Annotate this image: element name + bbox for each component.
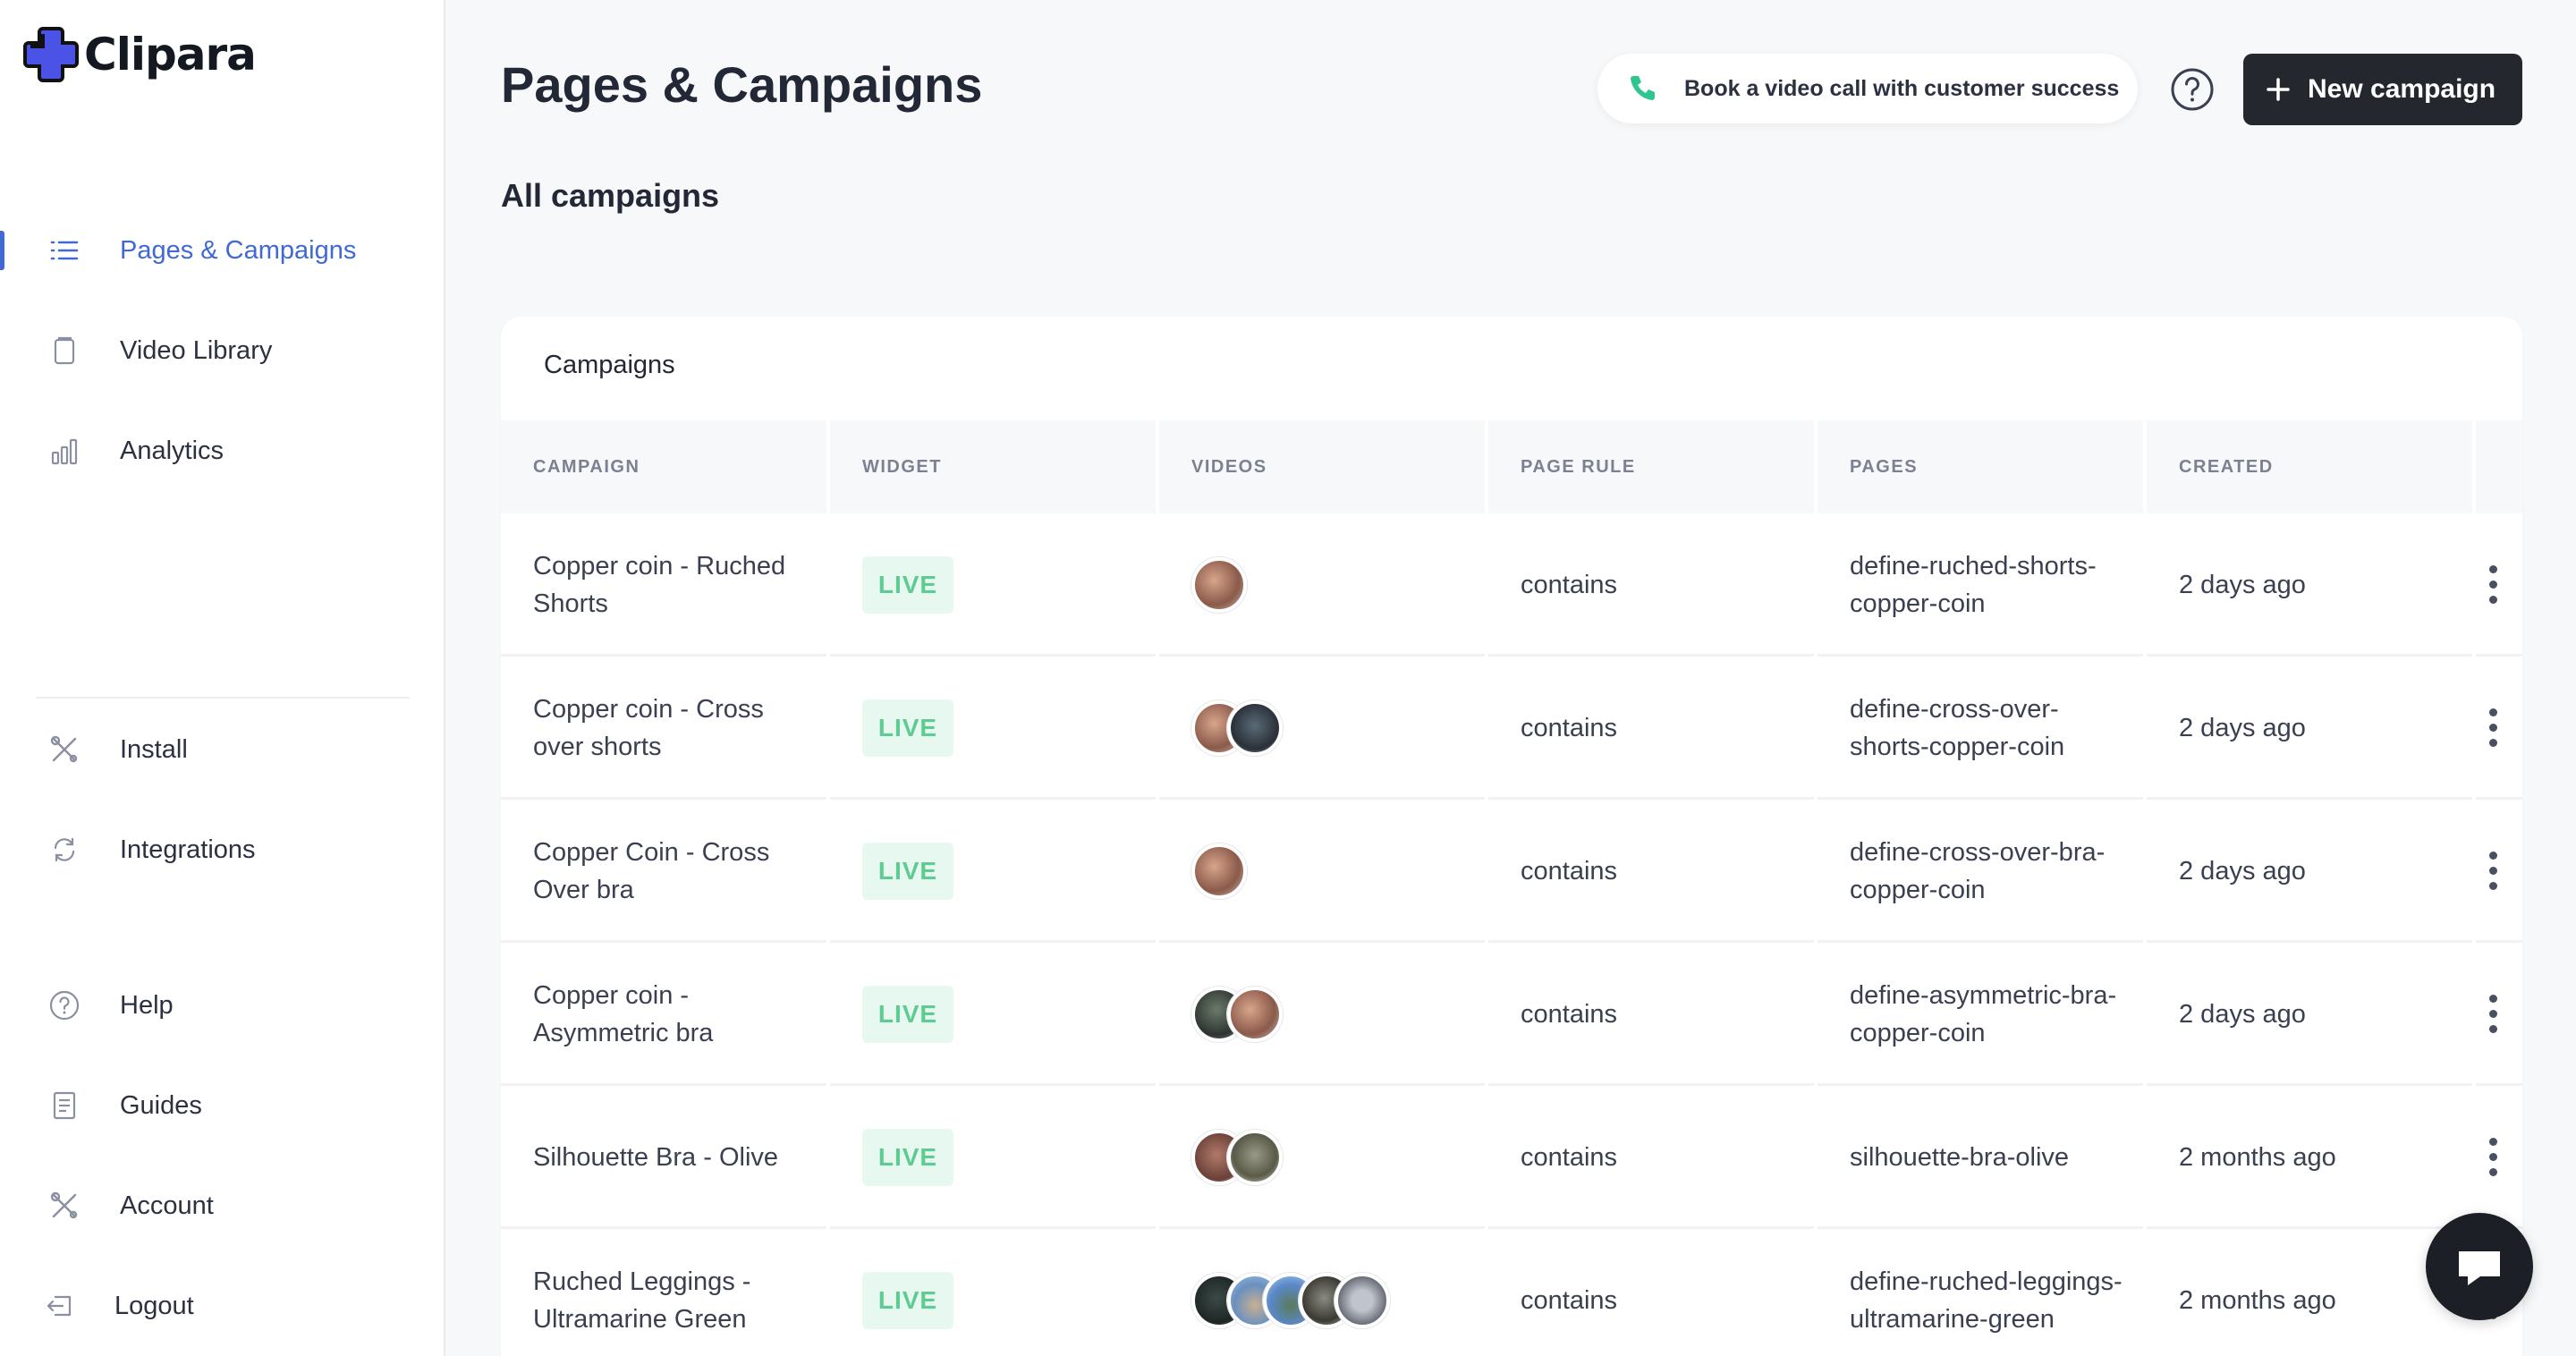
card-title: Campaigns [544,351,675,379]
campaign-name[interactable]: Copper Coin - Cross Over bra [533,834,819,909]
status-badge: LIVE [862,986,953,1043]
sidebar-item-label: Install [120,734,188,764]
logout-icon [41,1288,77,1324]
status-badge: LIVE [862,843,953,900]
chat-button[interactable] [2426,1213,2533,1320]
row-menu-icon[interactable] [2487,1138,2499,1177]
created-date: 2 months ago [2179,1286,2336,1315]
sidebar-item-help[interactable]: Help [0,970,445,1041]
library-icon [47,333,82,369]
column-header-videos[interactable]: VIDEOS [1191,420,1267,513]
bar-chart-icon [47,433,82,469]
list-icon [47,233,82,268]
sidebar-item-video-library[interactable]: Video Library [0,315,445,386]
page-rule: contains [1521,857,1618,886]
sidebar-item-label: Guides [120,1090,202,1120]
video-thumbnail [1191,557,1247,613]
row-menu-icon[interactable] [2487,708,2499,748]
sidebar-item-logout[interactable]: Logout [0,1270,445,1342]
sidebar-item-label: Help [120,990,174,1020]
page-rule: contains [1521,1286,1618,1315]
sync-icon [47,832,82,868]
page-rule: contains [1521,1143,1618,1172]
row-menu-icon[interactable] [2487,995,2499,1034]
sidebar-divider [36,697,410,699]
campaign-name[interactable]: Copper coin - Asymmetric bra [533,977,819,1052]
row-menu-icon[interactable] [2487,852,2499,891]
row-menu-icon[interactable] [2487,565,2499,605]
campaign-name[interactable]: Ruched Leggings - Ultramarine Green [533,1263,819,1338]
page-rule: contains [1521,1000,1618,1029]
sidebar-item-integrations[interactable]: Integrations [0,814,445,886]
created-date: 2 days ago [2179,857,2306,886]
status-badge: LIVE [862,556,953,614]
page-path: define-ruched-leggings-ultramarine-green [1850,1267,2123,1334]
status-badge: LIVE [862,1129,953,1186]
help-icon[interactable] [2169,66,2216,113]
table-row[interactable]: Ruched Leggings - Ultramarine Green LIVE… [501,1229,2522,1356]
created-date: 2 days ago [2179,1000,2306,1029]
tools-icon [47,732,82,767]
video-thumbnail [1227,1130,1283,1185]
page-rule: contains [1521,571,1618,599]
created-date: 2 days ago [2179,571,2306,599]
column-header-widget[interactable]: WIDGET [862,420,942,513]
page-title: Pages & Campaigns [501,56,983,113]
sidebar-item-label: Integrations [120,835,256,864]
table-row[interactable]: Silhouette Bra - Olive LIVE contains sil… [501,1086,2522,1229]
created-date: 2 months ago [2179,1143,2336,1172]
sidebar: Clipara Pages & Campaigns Video Library … [0,0,445,1356]
sidebar-item-analytics[interactable]: Analytics [0,415,445,487]
status-badge: LIVE [862,1272,953,1329]
column-header-page-rule[interactable]: PAGE RULE [1521,420,1636,513]
sidebar-item-pages-campaigns[interactable]: Pages & Campaigns [0,215,445,286]
page-rule: contains [1521,714,1618,742]
created-date: 2 days ago [2179,714,2306,742]
page-path: silhouette-bra-olive [1850,1143,2070,1172]
logo[interactable]: Clipara [23,23,257,86]
page-path: define-ruched-shorts-copper-coin [1850,552,2097,618]
brand-name: Clipara [84,29,257,81]
sidebar-item-guides[interactable]: Guides [0,1070,445,1141]
video-thumbnail [1227,987,1283,1042]
clipara-logo-icon [23,27,79,82]
help-circle-icon [47,987,82,1023]
campaign-name[interactable]: Silhouette Bra - Olive [533,1139,819,1176]
campaigns-card: Campaigns CAMPAIGN WIDGET VIDEOS PAGE RU… [501,317,2522,1356]
sidebar-item-account[interactable]: Account [0,1170,445,1242]
page-path: define-asymmetric-bra-copper-coin [1850,981,2117,1047]
sidebar-item-label: Analytics [120,436,225,465]
video-thumbnail [1227,700,1283,756]
table-row[interactable]: Copper Coin - Cross Over bra LIVE contai… [501,800,2522,943]
campaign-name[interactable]: Copper coin - Cross over shorts [533,691,819,766]
section-title: All campaigns [501,177,720,214]
chat-icon [2459,1251,2500,1285]
page-path: define-cross-over-bra-copper-coin [1850,838,2106,904]
campaign-name[interactable]: Copper coin - Ruched Shorts [533,547,819,623]
table-row[interactable]: Copper coin - Ruched Shorts LIVE contain… [501,513,2522,657]
book-call-label: Book a video call with customer success [1684,75,2120,101]
document-icon [47,1088,82,1123]
video-thumbnail [1335,1273,1390,1328]
page-path: define-cross-over-shorts-copper-coin [1850,695,2065,761]
column-header-pages[interactable]: PAGES [1850,420,1918,513]
column-header-campaign[interactable]: CAMPAIGN [533,420,640,513]
column-header-created[interactable]: CREATED [2179,420,2274,513]
status-badge: LIVE [862,699,953,757]
plus-icon [2267,78,2290,101]
sidebar-item-label: Account [120,1191,214,1220]
phone-icon [1631,76,1655,100]
sidebar-item-install[interactable]: Install [0,714,445,785]
video-thumbnail [1191,843,1247,899]
table-row[interactable]: Copper coin - Cross over shorts LIVE con… [501,657,2522,800]
sidebar-item-label: Logout [114,1291,194,1320]
sidebar-item-label: Pages & Campaigns [120,235,357,265]
sidebar-item-label: Video Library [120,335,273,365]
new-campaign-button[interactable]: New campaign [2243,54,2522,125]
new-campaign-label: New campaign [2308,74,2496,104]
book-call-button[interactable]: Book a video call with customer success [1597,54,2138,123]
table-row[interactable]: Copper coin - Asymmetric bra LIVE contai… [501,943,2522,1086]
table-header: CAMPAIGN WIDGET VIDEOS PAGE RULE PAGES C… [501,420,2522,513]
tools-icon [47,1188,82,1224]
